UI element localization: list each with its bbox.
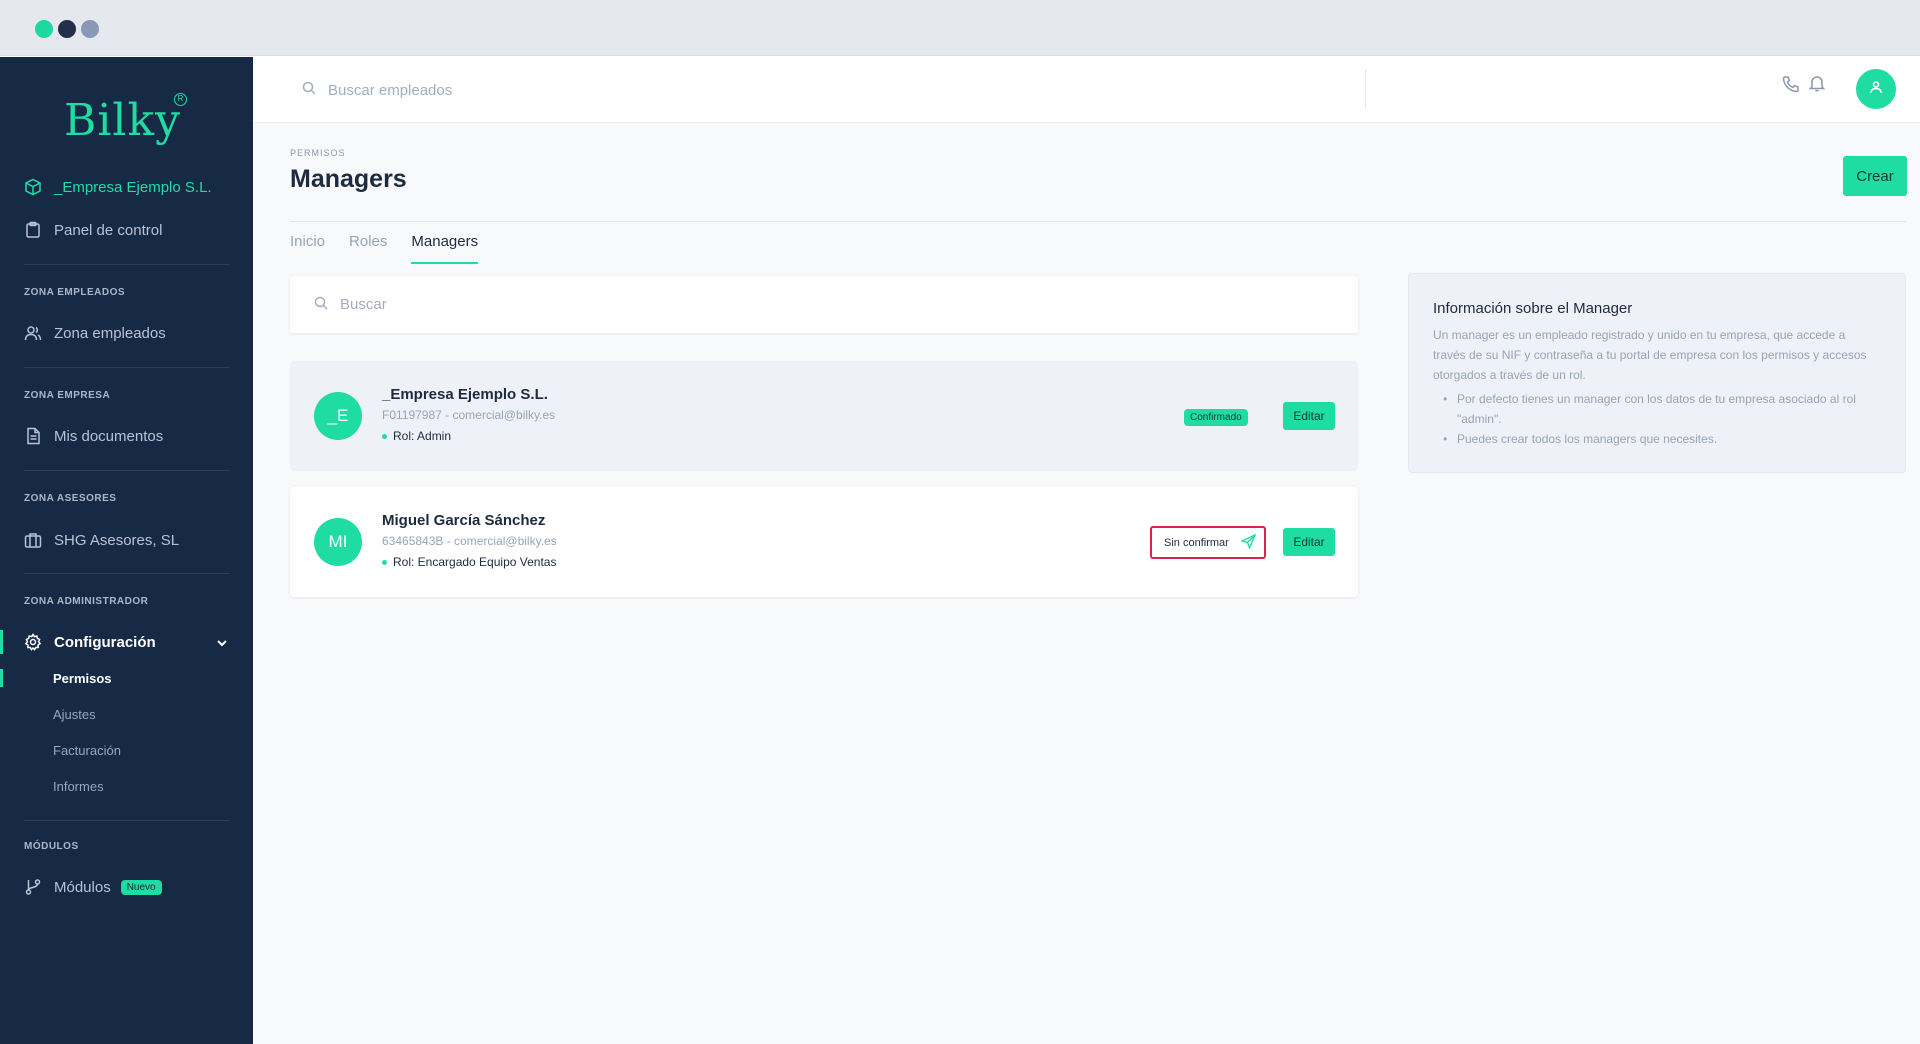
search-icon	[302, 81, 316, 99]
sidebar: Bilky R _Empresa Ejemplo S.L. Panel de c…	[0, 57, 253, 1044]
sidebar-item-label: Zona empleados	[54, 324, 166, 342]
avatar: _E	[314, 392, 362, 440]
sidebar-divider	[24, 367, 229, 368]
status-label: Sin confirmar	[1164, 536, 1229, 549]
section-heading-administrador: ZONA ADMINISTRADOR	[24, 596, 149, 607]
sidebar-subitem-facturacion[interactable]: Facturación	[53, 743, 121, 758]
branch-icon	[24, 878, 42, 896]
user-avatar[interactable]	[1856, 69, 1896, 109]
user-icon	[1869, 80, 1883, 99]
section-heading-empresa: ZONA EMPRESA	[24, 390, 111, 401]
tab-inicio[interactable]: Inicio	[290, 233, 325, 264]
list-item: Por defecto tienes un manager con los da…	[1433, 389, 1881, 429]
window-maximize-button[interactable]	[81, 20, 99, 38]
employee-search-input[interactable]: Buscar empleados	[328, 82, 452, 99]
main-content: PERMISOS Managers Crear Inicio Roles Man…	[253, 123, 1920, 1044]
sidebar-item-company[interactable]: _Empresa Ejemplo S.L.	[24, 178, 212, 196]
info-text: Un manager es un empleado registrado y u…	[1433, 328, 1867, 382]
info-panel: Información sobre el Manager Un manager …	[1408, 273, 1906, 473]
create-button[interactable]: Crear	[1843, 156, 1907, 196]
resend-invitation-button[interactable]: Sin confirmar	[1150, 526, 1266, 559]
sidebar-item-label: Panel de control	[54, 221, 163, 239]
employee-search[interactable]: Buscar empleados	[302, 81, 452, 99]
manager-search-input[interactable]: Buscar	[340, 296, 387, 313]
gear-icon	[24, 633, 42, 651]
tab-roles[interactable]: Roles	[349, 233, 387, 264]
search-icon	[314, 296, 328, 314]
manager-card: _E _Empresa Ejemplo S.L. F01197987 - com…	[290, 361, 1358, 471]
sidebar-item-panel[interactable]: Panel de control	[24, 221, 162, 239]
header-divider	[290, 221, 1906, 222]
clipboard-icon	[24, 221, 42, 239]
sidebar-subitem-ajustes[interactable]: Ajustes	[53, 707, 96, 722]
bilky-logo[interactable]: Bilky	[64, 95, 181, 146]
tab-managers[interactable]: Managers	[411, 233, 479, 264]
sidebar-subitem-permisos[interactable]: Permisos	[53, 671, 112, 686]
sidebar-item-configuracion[interactable]: Configuración	[24, 633, 156, 651]
registered-mark-icon: R	[174, 93, 187, 106]
sidebar-item-zona-empleados[interactable]: Zona empleados	[24, 324, 166, 342]
active-indicator	[0, 630, 3, 654]
manager-search[interactable]: Buscar	[290, 276, 1358, 333]
page-title: Managers	[290, 165, 407, 193]
list-item: Puedes crear todos los managers que nece…	[1433, 429, 1881, 449]
phone-icon[interactable]	[1782, 75, 1800, 98]
role-dot-icon	[382, 559, 387, 565]
sidebar-item-mis-documentos[interactable]: Mis documentos	[24, 427, 163, 445]
section-heading-modulos: MÓDULOS	[24, 841, 79, 852]
sidebar-item-label: SHG Asesores, SL	[54, 531, 180, 549]
cube-icon	[24, 178, 42, 196]
new-badge: Nuevo	[120, 879, 162, 895]
sidebar-divider	[24, 264, 229, 265]
users-icon	[24, 324, 42, 342]
sidebar-item-label: Mis documentos	[54, 427, 164, 445]
sidebar-item-asesor[interactable]: SHG Asesores, SL	[24, 531, 179, 549]
company-name: _Empresa Ejemplo S.L.	[54, 178, 212, 196]
manager-id-email: F01197987 - comercial@bilky.es	[382, 408, 556, 422]
sidebar-divider	[24, 573, 229, 574]
role-dot-icon	[382, 433, 387, 439]
section-heading-asesores: ZONA ASESORES	[24, 493, 117, 504]
manager-role-label: Rol: Encargado Equipo Ventas	[393, 555, 557, 569]
avatar: MI	[314, 518, 362, 566]
window-minimize-button[interactable]	[58, 20, 76, 38]
briefcase-icon	[24, 531, 42, 549]
breadcrumb: PERMISOS	[290, 148, 346, 158]
info-list: Por defecto tienes un manager con los da…	[1433, 389, 1881, 449]
info-title: Información sobre el Manager	[1433, 300, 1633, 317]
sidebar-subitem-informes[interactable]: Informes	[53, 779, 104, 794]
edit-button[interactable]: Editar	[1283, 402, 1335, 430]
bell-icon[interactable]	[1808, 74, 1826, 97]
section-heading-empleados: ZONA EMPLEADOS	[24, 287, 126, 298]
send-icon	[1239, 533, 1257, 552]
sidebar-item-label: Módulos	[54, 878, 111, 896]
window-titlebar	[0, 0, 1920, 56]
manager-name: Miguel García Sánchez	[382, 512, 546, 529]
manager-role: Rol: Encargado Equipo Ventas	[382, 555, 556, 569]
topbar: Buscar empleados	[253, 57, 1920, 123]
manager-name: _Empresa Ejemplo S.L.	[382, 386, 548, 403]
topbar-divider	[1365, 69, 1366, 109]
chevron-down-icon[interactable]	[216, 636, 228, 654]
manager-role: Rol: Admin	[382, 429, 451, 443]
manager-id-email: 63465843B - comercial@bilky.es	[382, 534, 557, 548]
manager-role-label: Rol: Admin	[393, 429, 452, 443]
document-icon	[24, 427, 42, 445]
window-close-button[interactable]	[35, 20, 53, 38]
sidebar-divider	[24, 820, 229, 821]
manager-card: MI Miguel García Sánchez 63465843B - com…	[290, 487, 1358, 597]
status-badge: Confirmado	[1184, 409, 1248, 426]
sidebar-item-label: Configuración	[54, 633, 156, 651]
sidebar-item-modulos[interactable]: Módulos Nuevo	[24, 878, 162, 896]
edit-button[interactable]: Editar	[1283, 528, 1335, 556]
sidebar-divider	[24, 470, 229, 471]
tabs: Inicio Roles Managers	[290, 233, 479, 264]
sub-active-indicator	[0, 669, 3, 687]
